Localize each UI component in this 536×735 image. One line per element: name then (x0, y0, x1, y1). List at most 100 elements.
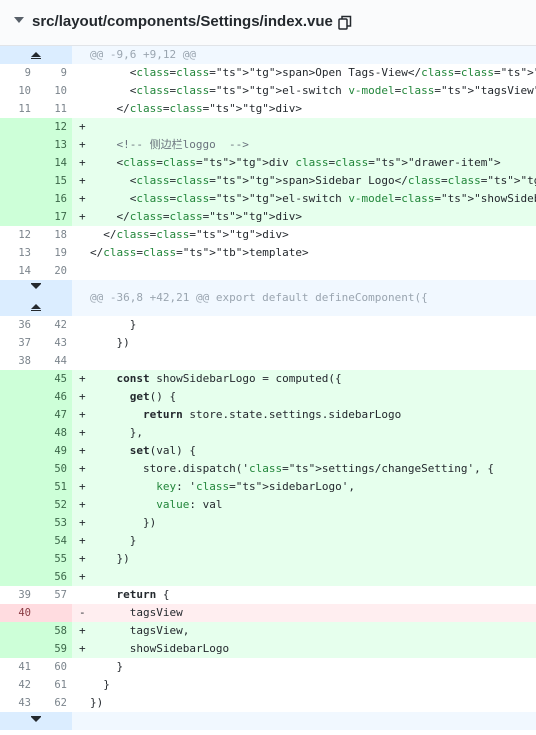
old-line-number[interactable] (0, 514, 36, 532)
hunk-header (0, 712, 536, 730)
context-line: 13 19 </class=class="ts">"tb">template> (0, 244, 536, 262)
old-line-number[interactable] (0, 442, 36, 460)
old-line-number[interactable]: 43 (0, 694, 36, 712)
code-line: <class=class="ts">"tg">span>Open Tags-Vi… (90, 66, 536, 79)
old-line-number[interactable] (0, 460, 36, 478)
code-line: </class=class="ts">"tb">template> (90, 246, 309, 259)
new-line-number[interactable]: 60 (36, 658, 72, 676)
new-line-number[interactable]: 12 (36, 118, 72, 136)
old-line-number[interactable] (0, 136, 36, 154)
new-line-number[interactable]: 45 (36, 370, 72, 388)
old-line-number[interactable] (0, 388, 36, 406)
old-line-number[interactable] (0, 208, 36, 226)
code-line: set(val) { (129, 444, 196, 457)
old-line-number[interactable]: 39 (0, 586, 36, 604)
expand-down-icon[interactable] (30, 283, 42, 293)
new-line-number[interactable]: 49 (36, 442, 72, 460)
new-line-number[interactable]: 14 (36, 154, 72, 172)
old-line-number[interactable]: 41 (0, 658, 36, 676)
new-line-number[interactable]: 20 (36, 262, 72, 280)
new-line-number[interactable] (36, 604, 72, 622)
old-line-number[interactable] (0, 424, 36, 442)
file-path[interactable]: src/layout/components/Settings/index.vue (32, 13, 333, 30)
old-line-number[interactable] (0, 496, 36, 514)
old-line-number[interactable]: 37 (0, 334, 36, 352)
new-line-number[interactable]: 58 (36, 622, 72, 640)
old-line-number[interactable]: 14 (0, 262, 36, 280)
old-line-number[interactable]: 11 (0, 100, 36, 118)
new-line-number[interactable]: 59 (36, 640, 72, 658)
hunk-header: @@ -36,8 +42,21 @@ export default define… (0, 280, 536, 316)
expand-gutter[interactable] (0, 712, 72, 730)
old-line-number[interactable] (0, 154, 36, 172)
addition-line: 53 + }) (0, 514, 536, 532)
old-line-number[interactable] (0, 550, 36, 568)
old-line-number[interactable] (0, 118, 36, 136)
old-line-number[interactable] (0, 190, 36, 208)
old-line-number[interactable] (0, 172, 36, 190)
new-line-number[interactable]: 11 (36, 100, 72, 118)
addition-line: 58 + tagsView, (0, 622, 536, 640)
old-line-number[interactable]: 36 (0, 316, 36, 334)
expand-gutter[interactable] (0, 46, 72, 64)
new-line-number[interactable]: 48 (36, 424, 72, 442)
new-line-number[interactable]: 50 (36, 460, 72, 478)
new-line-number[interactable]: 10 (36, 82, 72, 100)
old-line-number[interactable]: 38 (0, 352, 36, 370)
new-line-number[interactable]: 17 (36, 208, 72, 226)
new-line-number[interactable]: 51 (36, 478, 72, 496)
new-line-number[interactable]: 53 (36, 514, 72, 532)
code-line: } (90, 678, 110, 691)
context-line: 14 20 (0, 262, 536, 280)
old-line-number[interactable] (0, 622, 36, 640)
new-line-number[interactable]: 54 (36, 532, 72, 550)
new-line-number[interactable]: 42 (36, 316, 72, 334)
expand-gutter[interactable] (0, 280, 72, 316)
old-line-number[interactable] (0, 640, 36, 658)
old-line-number[interactable] (0, 406, 36, 424)
diff-sign: + (79, 174, 86, 187)
old-line-number[interactable]: 42 (0, 676, 36, 694)
expand-up-icon[interactable] (30, 50, 42, 60)
new-line-number[interactable]: 57 (36, 586, 72, 604)
old-line-number[interactable] (0, 478, 36, 496)
new-line-number[interactable]: 15 (36, 172, 72, 190)
addition-line: 17 + </class=class="ts">"tg">div> (0, 208, 536, 226)
new-line-number[interactable]: 61 (36, 676, 72, 694)
code-line: }) (90, 552, 130, 565)
new-line-number[interactable]: 46 (36, 388, 72, 406)
addition-line: 45 + const showSidebarLogo = computed({ (0, 370, 536, 388)
new-line-number[interactable]: 52 (36, 496, 72, 514)
code-line: get() { (129, 390, 177, 403)
new-line-number[interactable]: 9 (36, 64, 72, 82)
old-line-number[interactable]: 13 (0, 244, 36, 262)
old-line-number[interactable] (0, 532, 36, 550)
new-line-number[interactable]: 18 (36, 226, 72, 244)
code-line: </class=class="ts">"tg">div> (90, 228, 289, 241)
diff-sign: + (79, 462, 86, 475)
new-line-number[interactable]: 13 (36, 136, 72, 154)
new-line-number[interactable]: 56 (36, 568, 72, 586)
expand-down-icon[interactable] (30, 716, 42, 726)
deletion-line: 40 - tagsView (0, 604, 536, 622)
addition-line: 56 + (0, 568, 536, 586)
new-line-number[interactable]: 19 (36, 244, 72, 262)
old-line-number[interactable]: 9 (0, 64, 36, 82)
expand-up-icon[interactable] (30, 302, 42, 312)
old-line-number[interactable]: 10 (0, 82, 36, 100)
old-line-number[interactable] (0, 568, 36, 586)
new-line-number[interactable]: 43 (36, 334, 72, 352)
addition-line: 14 + <class=class="ts">"tg">div class=cla… (0, 154, 536, 172)
old-line-number[interactable]: 40 (0, 604, 36, 622)
new-line-number[interactable]: 62 (36, 694, 72, 712)
new-line-number[interactable]: 44 (36, 352, 72, 370)
copy-icon[interactable] (338, 15, 352, 31)
old-line-number[interactable] (0, 370, 36, 388)
new-line-number[interactable]: 47 (36, 406, 72, 424)
code-line: } (90, 318, 137, 331)
new-line-number[interactable]: 55 (36, 550, 72, 568)
context-line: 10 10 <class=class="ts">"tg">el-switch v-… (0, 82, 536, 100)
new-line-number[interactable]: 16 (36, 190, 72, 208)
old-line-number[interactable]: 12 (0, 226, 36, 244)
chevron-down-icon[interactable] (14, 17, 24, 23)
